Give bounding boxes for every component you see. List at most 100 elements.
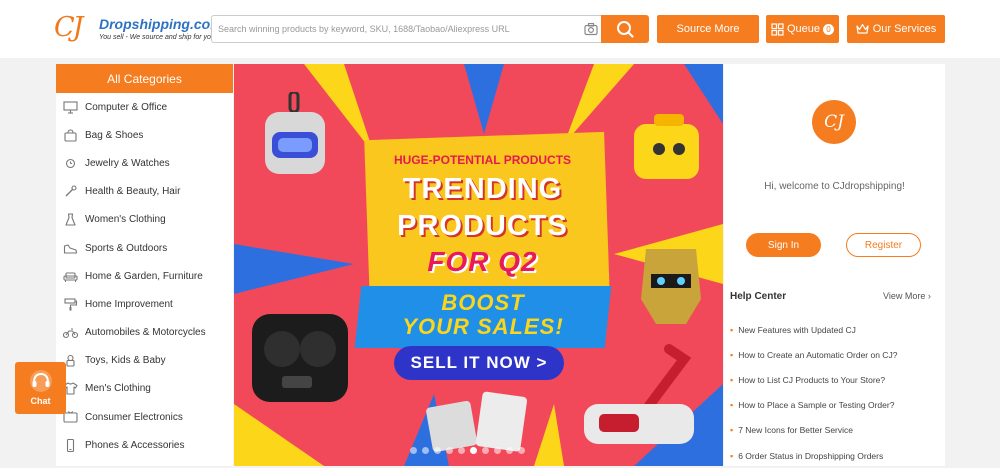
category-label: Phones & Accessories <box>85 439 185 451</box>
help-list: ▪ New Features with Updated CJ ▪ How to Cr… <box>730 317 940 468</box>
category-mens-clothing[interactable]: Men's Clothing <box>56 375 233 403</box>
help-link-label: How to Place a Sample or Testing Order? <box>738 400 895 411</box>
banner-headline-2: PRODUCTS <box>397 210 568 242</box>
help-link[interactable]: ▪ How to List CJ Products to Your Store? <box>730 367 940 392</box>
category-toys-kids[interactable]: Toys, Kids & Baby <box>56 347 233 375</box>
roller-icon <box>64 298 78 311</box>
help-center-title: Help Center <box>730 291 787 302</box>
category-label: Toys, Kids & Baby <box>85 355 166 367</box>
carousel-dot[interactable] <box>446 447 453 454</box>
carousel-dot[interactable] <box>458 447 465 454</box>
help-link-label: How to List CJ Products to Your Store? <box>738 374 886 385</box>
help-link[interactable]: ▪ How to Create an Automatic Order on CJ? <box>730 342 940 367</box>
source-more-button[interactable]: Source More <box>657 15 759 43</box>
chevron-right-icon: › <box>927 291 931 301</box>
avatar-text: CJ <box>824 112 844 132</box>
fan-product-image <box>634 114 699 179</box>
bullet-icon: ▪ <box>730 374 734 385</box>
chat-button[interactable]: Chat <box>15 362 66 414</box>
sign-in-button[interactable]: Sign In <box>746 233 821 257</box>
bag-icon <box>64 129 77 142</box>
view-more-link[interactable]: View More › <box>883 291 931 301</box>
sell-it-now-label: SELL IT NOW > <box>410 353 548 372</box>
carousel-dot[interactable] <box>518 447 525 454</box>
logo-mark: CJ <box>54 12 84 43</box>
category-label: Consumer Electronics <box>85 411 183 423</box>
search-button[interactable] <box>601 15 649 43</box>
bullet-icon: ▪ <box>730 425 734 436</box>
register-button[interactable]: Register <box>846 233 921 257</box>
avatar: CJ <box>812 100 856 144</box>
category-sports-outdoors[interactable]: Sports & Outdoors <box>56 234 233 262</box>
search-icon <box>617 21 634 38</box>
all-categories-header[interactable]: All Categories <box>56 64 233 93</box>
help-link-label: New Features with Updated CJ <box>738 324 856 335</box>
category-label: Home Improvement <box>85 298 173 310</box>
category-sidebar: All Categories Computer & Office Bag & S… <box>56 64 233 466</box>
queue-button[interactable]: Queue 0 <box>766 15 839 43</box>
bullet-icon: ▪ <box>730 450 734 461</box>
view-more-label: View More <box>883 291 926 301</box>
category-computer-office[interactable]: Computer & Office <box>56 93 233 121</box>
shoe-icon <box>63 243 78 254</box>
search-input[interactable] <box>212 16 572 42</box>
help-link[interactable]: ▪ How to Place a Sample or Testing Order? <box>730 393 940 418</box>
category-consumer-electronics[interactable]: Consumer Electronics <box>56 403 233 431</box>
category-womens-clothing[interactable]: Women's Clothing <box>56 206 233 234</box>
category-label: Sports & Outdoors <box>85 242 168 254</box>
category-jewelry-watches[interactable]: Jewelry & Watches <box>56 149 233 177</box>
category-health-beauty[interactable]: Health & Beauty, Hair <box>56 178 233 206</box>
bullet-icon: ▪ <box>730 400 734 411</box>
carousel-dot[interactable] <box>434 447 441 454</box>
queue-icon <box>771 22 784 36</box>
category-label: Jewelry & Watches <box>85 157 170 169</box>
banner-headline-3: FOR Q2 <box>427 246 538 277</box>
carousel-dot[interactable] <box>482 447 489 454</box>
bullet-icon: ▪ <box>730 324 734 335</box>
category-label: Health & Beauty, Hair <box>85 186 181 198</box>
our-services-button[interactable]: Our Services <box>847 15 945 43</box>
all-categories-label: All Categories <box>107 71 182 86</box>
carousel-dot-active[interactable] <box>470 447 477 454</box>
top-header: CJ Dropshipping.com You sell - We source… <box>0 0 1000 58</box>
carousel-dot[interactable] <box>422 447 429 454</box>
category-phones-accessories[interactable]: Phones & Accessories <box>56 431 233 459</box>
carousel-dot[interactable] <box>410 447 417 454</box>
search-box <box>211 15 604 43</box>
sell-it-now-button[interactable]: SELL IT NOW > <box>394 346 564 380</box>
banner-boost-2: YOUR SALES! <box>402 314 564 339</box>
camera-icon[interactable] <box>584 22 598 36</box>
carousel-dot[interactable] <box>506 447 513 454</box>
carousel-dots <box>410 447 525 454</box>
category-bag-shoes[interactable]: Bag & Shoes <box>56 121 233 149</box>
banner-headline-1: TRENDING <box>402 173 563 205</box>
carousel-dot[interactable] <box>494 447 501 454</box>
help-link[interactable]: ▪ 7 New Icons for Better Service <box>730 418 940 443</box>
headset-icon <box>29 370 52 392</box>
chat-label: Chat <box>30 396 51 406</box>
help-link-label: 7 New Icons for Better Service <box>738 425 853 436</box>
sofa-icon <box>63 272 78 282</box>
bullet-icon: ▪ <box>730 349 734 360</box>
banner-boost-1: BOOST <box>441 290 525 315</box>
queue-count-badge: 0 <box>823 23 835 35</box>
category-label: Home & Garden, Furniture <box>85 270 203 282</box>
site-logo[interactable]: CJ Dropshipping.com You sell - We source… <box>54 12 223 48</box>
help-link[interactable]: ▪ 6 Order Status in Dropshipping Orders <box>730 443 940 468</box>
crown-icon <box>856 23 869 34</box>
motorcycle-icon <box>63 328 78 339</box>
promo-banner[interactable]: HUGE-POTENTIAL PRODUCTS TRENDING PRODUCT… <box>234 64 723 466</box>
dress-icon <box>65 213 76 226</box>
category-label: Computer & Office <box>85 101 168 113</box>
register-label: Register <box>864 239 903 251</box>
logo-tagline: You sell - We source and ship for you! <box>99 34 217 41</box>
banner-kicker: HUGE-POTENTIAL PRODUCTS <box>393 153 572 167</box>
category-home-garden[interactable]: Home & Garden, Furniture <box>56 262 233 290</box>
category-label: Bag & Shoes <box>85 129 144 141</box>
vacuum-product-image <box>584 344 694 444</box>
category-home-improvement[interactable]: Home Improvement <box>56 290 233 318</box>
category-automobiles[interactable]: Automobiles & Motorcycles <box>56 319 233 347</box>
help-link-label: 6 Order Status in Dropshipping Orders <box>738 450 884 461</box>
help-link[interactable]: ▪ New Features with Updated CJ <box>730 317 940 342</box>
logo-name: Dropshipping.com <box>99 16 223 32</box>
